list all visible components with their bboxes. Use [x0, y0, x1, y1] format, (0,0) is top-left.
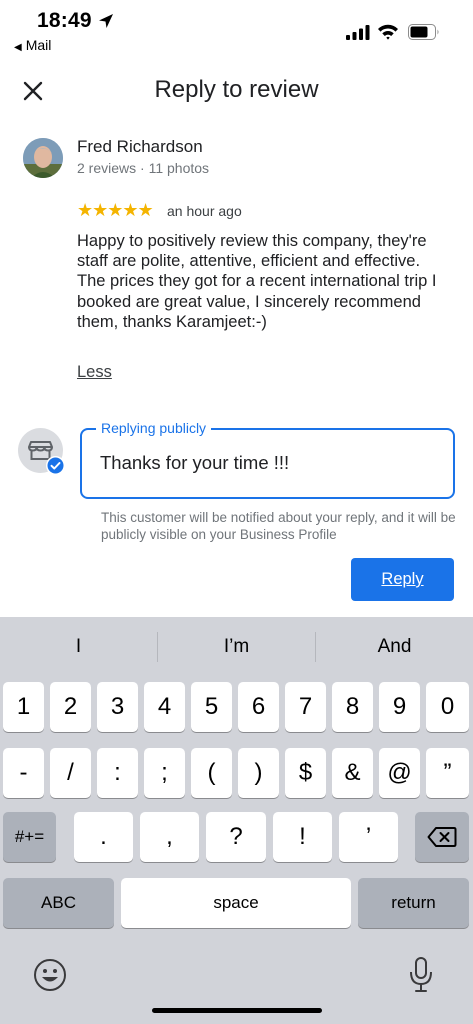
- location-arrow-icon: [99, 14, 113, 28]
- space-key[interactable]: space: [121, 878, 351, 928]
- back-to-app-link[interactable]: ◀ Mail: [14, 37, 51, 53]
- reviewer-avatar[interactable]: [23, 138, 63, 178]
- key-5[interactable]: 5: [191, 682, 232, 732]
- reply-field-label: Replying publicly: [96, 420, 212, 436]
- reply-hint: This customer will be notified about you…: [101, 510, 456, 542]
- less-link[interactable]: Less: [77, 363, 112, 382]
- reviewer-meta: 2 reviews · 11 photos: [77, 160, 210, 176]
- key-dollar[interactable]: $: [285, 748, 326, 798]
- reply-input[interactable]: [100, 452, 440, 474]
- suggestion-3[interactable]: And: [316, 617, 473, 673]
- review-text: Happy to positively review this company,…: [77, 232, 437, 331]
- key-apostrophe[interactable]: ’: [339, 812, 398, 862]
- key-at[interactable]: @: [379, 748, 420, 798]
- key-quote[interactable]: ”: [426, 748, 469, 798]
- key-ampersand[interactable]: &: [332, 748, 373, 798]
- status-bar: 18:49 ◀ Mail: [0, 0, 473, 60]
- key-semicolon[interactable]: ;: [144, 748, 185, 798]
- backspace-key[interactable]: [415, 812, 469, 862]
- reviewer-photo: [23, 138, 63, 178]
- key-hyphen[interactable]: -: [3, 748, 44, 798]
- key-2[interactable]: 2: [50, 682, 91, 732]
- home-indicator[interactable]: [152, 1008, 322, 1013]
- page-title: Reply to review: [154, 76, 319, 103]
- emoji-icon[interactable]: [33, 958, 67, 992]
- backspace-icon: [427, 827, 457, 847]
- key-period[interactable]: .: [74, 812, 133, 862]
- star-rating: ★★★★★: [77, 200, 154, 220]
- key-comma[interactable]: ,: [140, 812, 199, 862]
- key-3[interactable]: 3: [97, 682, 138, 732]
- reviewer-name[interactable]: Fred Richardson: [77, 137, 203, 157]
- key-8[interactable]: 8: [332, 682, 373, 732]
- key-7[interactable]: 7: [285, 682, 326, 732]
- key-more-symbols[interactable]: #+=: [3, 812, 56, 862]
- status-time: 18:49: [37, 9, 92, 32]
- key-6[interactable]: 6: [238, 682, 279, 732]
- key-0[interactable]: 0: [426, 682, 469, 732]
- microphone-icon[interactable]: [407, 956, 435, 994]
- key-9[interactable]: 9: [379, 682, 420, 732]
- key-colon[interactable]: :: [97, 748, 138, 798]
- key-exclamation[interactable]: !: [273, 812, 332, 862]
- key-open-paren[interactable]: (: [191, 748, 232, 798]
- wifi-icon: [378, 24, 398, 40]
- battery-icon: [408, 24, 439, 40]
- abc-key[interactable]: ABC: [3, 878, 114, 928]
- reply-button[interactable]: Reply: [351, 558, 454, 601]
- signal-icon: [346, 25, 370, 40]
- verified-check-icon: [46, 456, 65, 475]
- suggestion-1[interactable]: I: [0, 617, 157, 673]
- key-4[interactable]: 4: [144, 682, 185, 732]
- key-question[interactable]: ?: [206, 812, 266, 862]
- return-key[interactable]: return: [358, 878, 469, 928]
- keyboard: I I’m And 1 2 3 4 5 6 7 8 9 0 - / : ; ( …: [0, 617, 473, 1024]
- back-triangle-icon: ◀: [14, 42, 22, 53]
- key-1[interactable]: 1: [3, 682, 44, 732]
- key-close-paren[interactable]: ): [238, 748, 279, 798]
- suggestion-2[interactable]: I’m: [158, 617, 315, 673]
- review-time: an hour ago: [167, 203, 242, 219]
- key-slash[interactable]: /: [50, 748, 91, 798]
- back-app-label: Mail: [25, 37, 52, 53]
